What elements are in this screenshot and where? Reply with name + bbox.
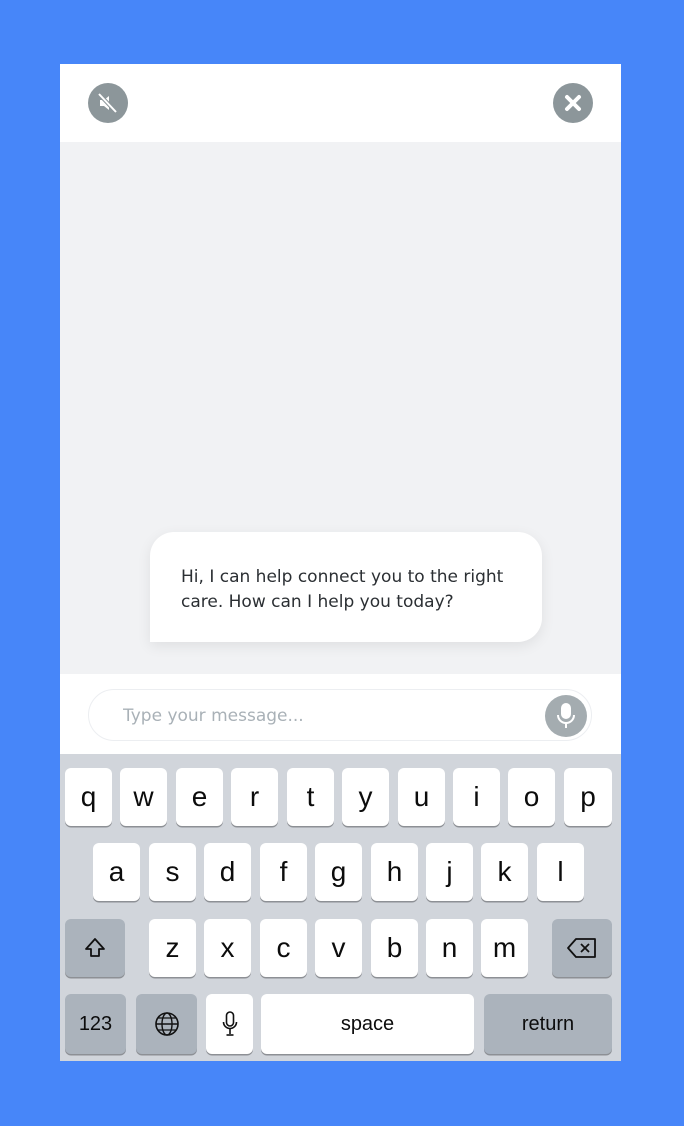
voice-input-button[interactable]	[545, 695, 587, 737]
key-i[interactable]: i	[453, 768, 500, 826]
message-input[interactable]	[121, 703, 525, 729]
key-m[interactable]: m	[481, 919, 528, 977]
key-l[interactable]: l	[537, 843, 584, 901]
key-c[interactable]: c	[260, 919, 307, 977]
key-o[interactable]: o	[508, 768, 555, 826]
chat-window: Hi, I can help connect you to the right …	[60, 64, 621, 1061]
key-p[interactable]: p	[564, 768, 612, 826]
key-x[interactable]: x	[204, 919, 251, 977]
backspace-icon	[567, 938, 596, 958]
key-s[interactable]: s	[149, 843, 196, 901]
shift-key[interactable]	[65, 919, 125, 977]
dictation-icon	[222, 1011, 237, 1036]
key-y[interactable]: y	[342, 768, 389, 826]
bot-message-text: Hi, I can help connect you to the right …	[181, 567, 504, 612]
key-z[interactable]: z	[149, 919, 196, 977]
key-e[interactable]: e	[176, 768, 223, 826]
close-button[interactable]	[553, 83, 593, 123]
composer	[60, 674, 621, 754]
key-k[interactable]: k	[481, 843, 528, 901]
key-j[interactable]: j	[426, 843, 473, 901]
backspace-key[interactable]	[552, 919, 612, 977]
key-n[interactable]: n	[426, 919, 473, 977]
key-h[interactable]: h	[371, 843, 418, 901]
key-f[interactable]: f	[260, 843, 307, 901]
shift-icon	[85, 938, 105, 957]
key-q[interactable]: q	[65, 768, 112, 826]
close-icon	[565, 95, 581, 111]
globe-icon	[154, 1012, 179, 1036]
return-key[interactable]: return	[484, 994, 612, 1054]
key-v[interactable]: v	[315, 919, 362, 977]
top-bar	[60, 64, 621, 142]
key-u[interactable]: u	[398, 768, 445, 826]
key-r[interactable]: r	[231, 768, 278, 826]
mute-button[interactable]	[88, 83, 128, 123]
key-w[interactable]: w	[120, 768, 167, 826]
dictation-key[interactable]	[206, 994, 253, 1054]
key-a[interactable]: a	[93, 843, 140, 901]
numbers-key[interactable]: 123	[65, 994, 126, 1054]
space-key[interactable]: space	[261, 994, 474, 1054]
speaker-muted-icon	[97, 92, 118, 114]
key-d[interactable]: d	[204, 843, 251, 901]
globe-key[interactable]	[136, 994, 197, 1054]
microphone-icon	[557, 703, 575, 728]
keyboard: q w e r t y u i o p a s d f g h j k l z …	[60, 754, 621, 1061]
bot-message-bubble: Hi, I can help connect you to the right …	[150, 532, 542, 642]
key-b[interactable]: b	[371, 919, 418, 977]
key-t[interactable]: t	[287, 768, 334, 826]
key-g[interactable]: g	[315, 843, 362, 901]
message-field	[88, 689, 592, 741]
